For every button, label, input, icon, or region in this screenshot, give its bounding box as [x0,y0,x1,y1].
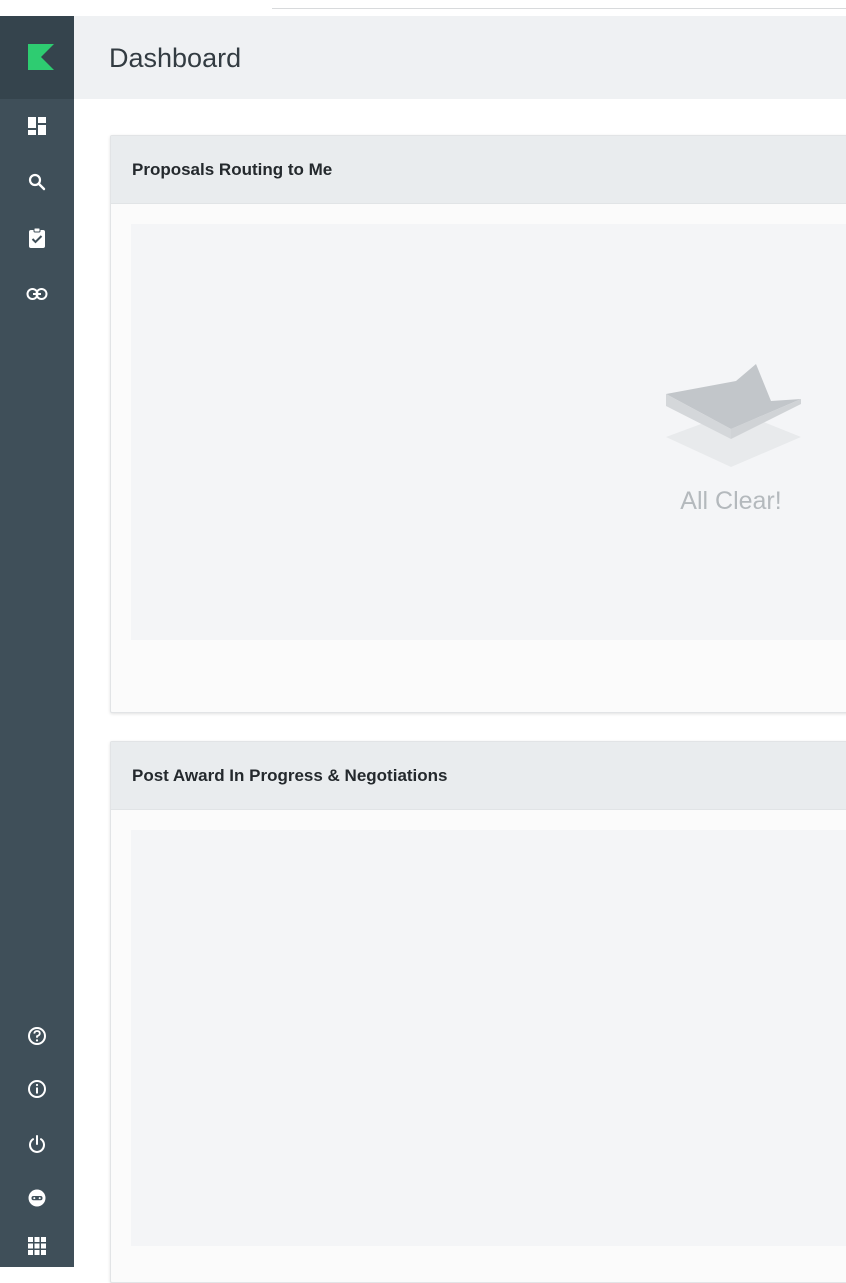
clipboard-check-icon[interactable] [24,225,50,251]
card-title: Proposals Routing to Me [132,160,333,179]
card-body [131,830,846,1246]
info-icon[interactable] [24,1076,50,1102]
help-icon[interactable] [24,1023,50,1049]
page-title: Dashboard [109,43,242,73]
card-header: Post Award In Progress & Negotiations [111,742,846,810]
card-header: Proposals Routing to Me [111,136,846,204]
card-title: Post Award In Progress & Negotiations [132,766,448,785]
app-logo[interactable] [0,16,74,99]
post-award-card: Post Award In Progress & Negotiations [110,741,846,1283]
card-body: All Clear! [131,224,846,640]
sidebar [0,16,74,1267]
dashboard-icon[interactable] [24,113,50,139]
user-avatar-icon[interactable] [24,1185,50,1211]
logo-icon [28,44,54,70]
apps-grid-icon[interactable] [24,1233,50,1259]
dashboard-main: Proposals Routing to Me All Clear! Post … [74,99,846,1283]
empty-message: All Clear! [680,487,782,515]
top-divider [272,8,846,9]
search-icon[interactable] [24,169,50,195]
page-header: Dashboard [74,16,846,99]
power-icon[interactable] [24,1131,50,1157]
empty-inbox-icon [666,364,801,467]
empty-state: All Clear! [646,349,816,516]
proposals-routing-card: Proposals Routing to Me All Clear! [110,135,846,713]
link-icon[interactable] [24,281,50,307]
